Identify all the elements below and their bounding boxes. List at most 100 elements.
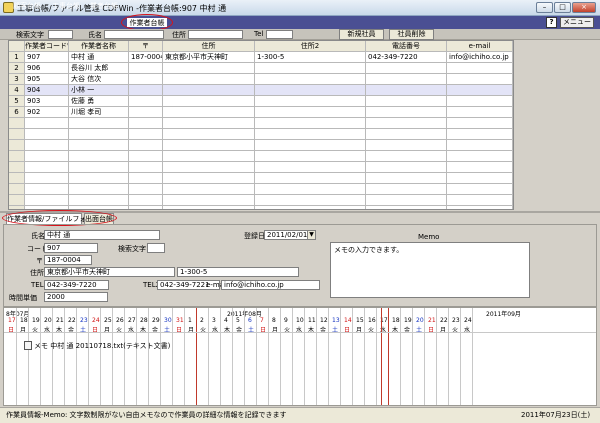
- grid-cell[interactable]: [163, 173, 255, 184]
- maximize-button[interactable]: □: [554, 2, 571, 13]
- grid-cell[interactable]: [447, 206, 513, 209]
- grid-cell[interactable]: [25, 151, 69, 162]
- grid-cell[interactable]: [163, 162, 255, 173]
- grid-cell[interactable]: [129, 107, 163, 118]
- grid-cell[interactable]: 川堀 孝司: [69, 107, 129, 118]
- grid-cell[interactable]: [366, 162, 447, 173]
- grid-cell[interactable]: [25, 184, 69, 195]
- grid-cell[interactable]: [163, 206, 255, 209]
- grid-cell[interactable]: 長谷川 太郎: [69, 63, 129, 74]
- grid-cell[interactable]: [447, 173, 513, 184]
- grid-cell[interactable]: [69, 129, 129, 140]
- grid-cell[interactable]: 1-300-5: [255, 52, 366, 63]
- tab-vendor-ledger[interactable]: 業者台帳: [86, 1, 122, 12]
- address2-field[interactable]: 1-300-5: [177, 267, 299, 277]
- registration-date-field[interactable]: 2011/02/01: [264, 230, 309, 240]
- grid-cell[interactable]: [25, 162, 69, 173]
- grid-header-cell[interactable]: e-mail: [447, 41, 513, 52]
- grid-cell[interactable]: [25, 118, 69, 129]
- tab-construction-ledger[interactable]: 工事台帳: [48, 1, 84, 12]
- grid-cell[interactable]: 902: [25, 107, 69, 118]
- grid-cell[interactable]: [447, 74, 513, 85]
- help-button[interactable]: ?: [546, 17, 557, 28]
- grid-cell[interactable]: [366, 173, 447, 184]
- grid-cell[interactable]: [255, 74, 366, 85]
- grid-cell[interactable]: 小林 一: [69, 85, 129, 96]
- grid-cell[interactable]: [25, 173, 69, 184]
- grid-cell[interactable]: info@ichiho.co.jp: [447, 52, 513, 63]
- grid-header-cell[interactable]: 作業者名称: [69, 41, 129, 52]
- grid-header-cell[interactable]: 作業者コード▽: [25, 41, 69, 52]
- search-input[interactable]: [48, 30, 73, 39]
- grid-cell[interactable]: [129, 85, 163, 96]
- grid-cell[interactable]: [366, 107, 447, 118]
- grid-cell[interactable]: [69, 151, 129, 162]
- grid-cell[interactable]: [366, 140, 447, 151]
- grid-cell[interactable]: 大谷 信次: [69, 74, 129, 85]
- grid-cell[interactable]: [447, 195, 513, 206]
- grid-cell[interactable]: [163, 96, 255, 107]
- grid-cell[interactable]: [255, 162, 366, 173]
- grid-cell[interactable]: [69, 118, 129, 129]
- grid-cell[interactable]: [129, 129, 163, 140]
- name-field[interactable]: 中村 通: [44, 230, 160, 240]
- new-employee-button[interactable]: 新規社員: [339, 29, 384, 40]
- grid-cell[interactable]: [447, 85, 513, 96]
- grid-cell[interactable]: [129, 96, 163, 107]
- grid-cell[interactable]: [366, 63, 447, 74]
- grid-header-cell[interactable]: [9, 41, 25, 52]
- grid-cell[interactable]: [447, 96, 513, 107]
- grid-cell[interactable]: [129, 173, 163, 184]
- grid-cell[interactable]: [129, 195, 163, 206]
- grid-cell[interactable]: [129, 206, 163, 209]
- grid-cell[interactable]: [129, 74, 163, 85]
- grid-cell[interactable]: [447, 107, 513, 118]
- grid-cell[interactable]: 東京都小平市天神町: [163, 52, 255, 63]
- grid-cell[interactable]: [447, 140, 513, 151]
- grid-cell[interactable]: [69, 162, 129, 173]
- grid-header-cell[interactable]: 〒: [129, 41, 163, 52]
- grid-cell[interactable]: [366, 129, 447, 140]
- grid-cell[interactable]: [447, 184, 513, 195]
- file-item[interactable]: メモ 中村 通 20110718.txt(テキスト文書): [24, 341, 170, 351]
- address-search-input[interactable]: [188, 30, 243, 39]
- grid-cell[interactable]: [366, 74, 447, 85]
- address-field[interactable]: 東京都小平市天神町: [44, 267, 175, 277]
- grid-cell[interactable]: [69, 195, 129, 206]
- grid-cell[interactable]: [25, 129, 69, 140]
- grid-header-cell[interactable]: 住所: [163, 41, 255, 52]
- grid-cell[interactable]: [366, 118, 447, 129]
- grid-cell[interactable]: [255, 173, 366, 184]
- tel-field[interactable]: 042-349-7220: [44, 280, 109, 290]
- grid-cell[interactable]: [163, 151, 255, 162]
- grid-cell[interactable]: [163, 63, 255, 74]
- grid-cell[interactable]: [129, 162, 163, 173]
- grid-cell[interactable]: [69, 140, 129, 151]
- delete-employee-button[interactable]: 社員削除: [389, 29, 434, 40]
- grid-cell[interactable]: [447, 162, 513, 173]
- grid-cell[interactable]: [255, 184, 366, 195]
- close-button[interactable]: ×: [572, 2, 596, 13]
- grid-cell[interactable]: [255, 118, 366, 129]
- code-field[interactable]: 907: [44, 243, 98, 253]
- grid-header-cell[interactable]: 電話番号: [366, 41, 447, 52]
- grid-cell[interactable]: 042-349-7220: [366, 52, 447, 63]
- grid-cell[interactable]: [255, 129, 366, 140]
- grid-cell[interactable]: [129, 184, 163, 195]
- memo-textarea[interactable]: メモの入力できます。: [330, 242, 530, 298]
- grid-cell[interactable]: [366, 184, 447, 195]
- grid-cell[interactable]: [69, 173, 129, 184]
- grid-cell[interactable]: [366, 195, 447, 206]
- grid-cell[interactable]: 903: [25, 96, 69, 107]
- grid-cell[interactable]: [447, 151, 513, 162]
- grid-cell[interactable]: 佐藤 勇: [69, 96, 129, 107]
- grid-cell[interactable]: [255, 96, 366, 107]
- grid-cell[interactable]: [163, 118, 255, 129]
- grid-cell[interactable]: [129, 118, 163, 129]
- grid-cell[interactable]: [255, 85, 366, 96]
- grid-cell[interactable]: 906: [25, 63, 69, 74]
- grid-cell[interactable]: 187-0004: [129, 52, 163, 63]
- grid-cell[interactable]: [366, 85, 447, 96]
- grid-cell[interactable]: [163, 140, 255, 151]
- grid-cell[interactable]: [255, 107, 366, 118]
